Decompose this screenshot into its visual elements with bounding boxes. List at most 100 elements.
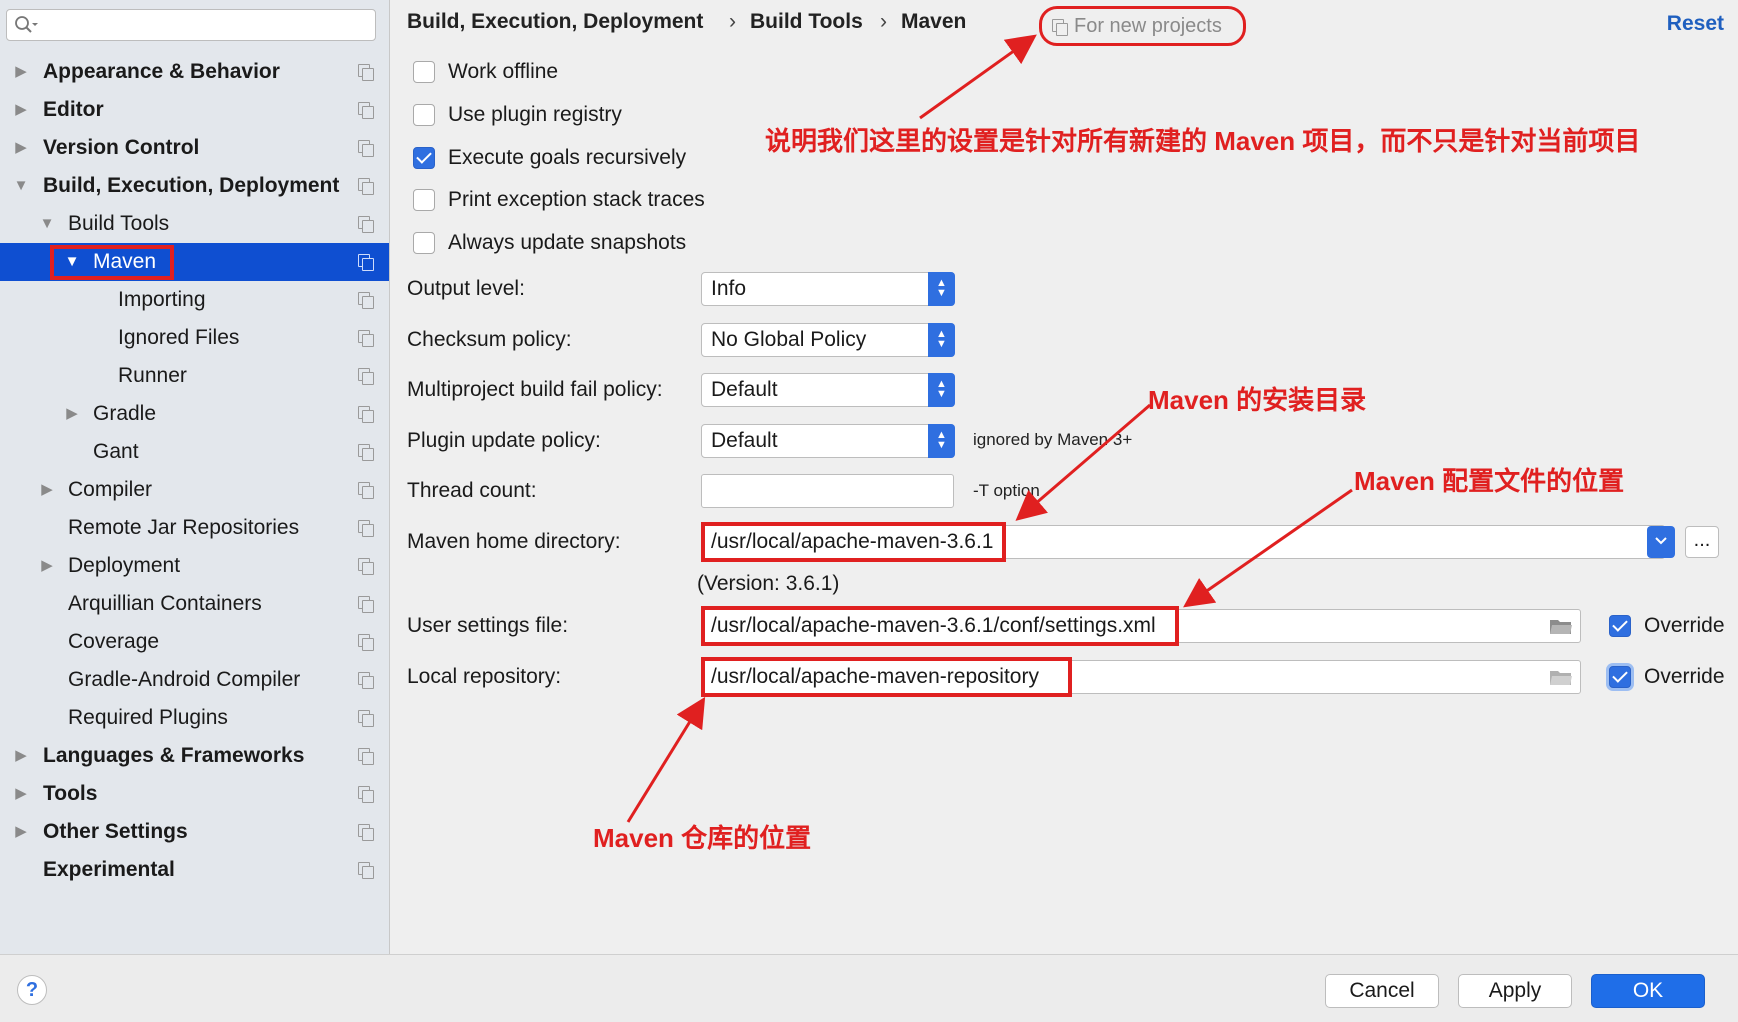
dialog-footer: ? Cancel Apply OK xyxy=(0,954,1738,1022)
maven-home-dropdown-button[interactable] xyxy=(1647,526,1675,558)
help-button[interactable]: ? xyxy=(17,975,47,1005)
search-icon xyxy=(15,16,38,33)
cancel-button[interactable]: Cancel xyxy=(1325,974,1439,1008)
reset-link[interactable]: Reset xyxy=(1667,12,1724,36)
tree-item-label: Editor xyxy=(43,98,104,121)
chevron-right-icon[interactable]: ▶ xyxy=(37,547,57,585)
tree-item-gant[interactable]: Gant xyxy=(0,433,389,471)
tree-item-ignored-files[interactable]: Ignored Files xyxy=(0,319,389,357)
tree-item-arquillian-containers[interactable]: Arquillian Containers xyxy=(0,585,389,623)
maven-settings-panel: Build, Execution, Deployment › Build Too… xyxy=(391,0,1738,954)
project-scope-icon xyxy=(358,444,374,461)
tree-item-other-settings[interactable]: ▶ Other Settings xyxy=(0,813,389,851)
chevron-right-icon[interactable]: ▶ xyxy=(11,129,31,167)
always-update-snapshots-checkbox[interactable] xyxy=(413,232,435,254)
apply-button[interactable]: Apply xyxy=(1458,974,1572,1008)
highlight-box xyxy=(701,606,1179,646)
user-settings-override-checkbox[interactable] xyxy=(1609,615,1631,637)
chevron-right-icon[interactable]: ▶ xyxy=(62,395,82,433)
tree-item-importing[interactable]: Importing xyxy=(0,281,389,319)
search-input[interactable] xyxy=(6,9,376,41)
chevron-up-down-icon[interactable]: ▲ ▼ xyxy=(928,424,955,458)
tree-item-label: Ignored Files xyxy=(118,326,240,349)
tree-item-label: Coverage xyxy=(68,630,160,653)
tree-item-label: Build Tools xyxy=(68,212,170,235)
project-scope-icon xyxy=(358,64,374,81)
tree-item-label: Version Control xyxy=(43,136,200,159)
tree-item-gradle-android-compiler[interactable]: Gradle-Android Compiler xyxy=(0,661,389,699)
work-offline-checkbox[interactable] xyxy=(413,61,435,83)
chevron-right-icon[interactable]: ▶ xyxy=(11,737,31,775)
chevron-up-down-icon[interactable]: ▲ ▼ xyxy=(928,323,955,357)
tree-item-deployment[interactable]: ▶ Deployment xyxy=(0,547,389,585)
chevron-right-icon[interactable]: ▶ xyxy=(37,471,57,509)
project-scope-icon xyxy=(358,710,374,727)
project-scope-icon xyxy=(358,672,374,689)
project-scope-icon xyxy=(358,254,374,271)
tree-item-gradle[interactable]: ▶ Gradle xyxy=(0,395,389,433)
for-new-projects-text: For new projects xyxy=(1074,15,1222,37)
thread-count-hint: -T option xyxy=(973,481,1040,500)
use-plugin-registry-checkbox[interactable] xyxy=(413,104,435,126)
tree-item-label: Importing xyxy=(118,288,206,311)
highlight-box xyxy=(701,657,1072,697)
tree-item-editor[interactable]: ▶ Editor xyxy=(0,91,389,129)
breadcrumb-build-execution-deployment[interactable]: Build, Execution, Deployment xyxy=(407,10,703,34)
user-settings-label: User settings file: xyxy=(407,614,569,637)
chevron-up-down-icon[interactable]: ▲ ▼ xyxy=(928,272,955,306)
tree-item-compiler[interactable]: ▶ Compiler xyxy=(0,471,389,509)
project-scope-icon xyxy=(358,786,374,803)
output-level-label: Output level: xyxy=(407,277,525,300)
tree-item-build-tools[interactable]: ▼ Build Tools xyxy=(0,205,389,243)
thread-count-label: Thread count: xyxy=(407,479,537,502)
execute-goals-recursively-checkbox[interactable] xyxy=(413,147,435,169)
folder-icon[interactable] xyxy=(1549,616,1573,636)
highlight-box xyxy=(701,522,1006,562)
chevron-right-icon[interactable]: ▶ xyxy=(11,813,31,851)
settings-sidebar: ▶ Appearance & Behavior ▶ Editor ▶ Versi… xyxy=(0,0,390,954)
output-level-select[interactable]: Info ▲ ▼ xyxy=(701,272,955,306)
tree-item-version-control[interactable]: ▶ Version Control xyxy=(0,129,389,167)
tree-item-maven[interactable]: ▼ Maven xyxy=(0,243,389,281)
checksum-policy-select[interactable]: No Global Policy ▲ ▼ xyxy=(701,323,955,357)
tree-item-label: Gradle xyxy=(93,402,157,425)
chevron-right-icon[interactable]: ▶ xyxy=(11,91,31,129)
chevron-down-icon[interactable]: ▼ xyxy=(37,205,57,243)
plugin-update-policy-select[interactable]: Default ▲ ▼ xyxy=(701,424,955,458)
print-exception-stack-traces-label: Print exception stack traces xyxy=(448,188,705,211)
always-update-snapshots-label: Always update snapshots xyxy=(448,231,687,254)
tree-item-required-plugins[interactable]: Required Plugins xyxy=(0,699,389,737)
output-level-value: Info xyxy=(711,277,747,300)
tree-item-build-execution-deployment[interactable]: ▼ Build, Execution, Deployment xyxy=(0,167,389,205)
breadcrumb-separator: › xyxy=(729,10,736,33)
tree-item-tools[interactable]: ▶ Tools xyxy=(0,775,389,813)
checksum-policy-value: No Global Policy xyxy=(711,328,867,351)
tree-item-label: Deployment xyxy=(68,554,181,577)
tree-item-remote-jar-repositories[interactable]: Remote Jar Repositories xyxy=(0,509,389,547)
maven-version-label: (Version: 3.6.1) xyxy=(697,572,840,595)
chevron-right-icon[interactable]: ▶ xyxy=(11,775,31,813)
chevron-up-down-icon[interactable]: ▲ ▼ xyxy=(928,373,955,407)
tree-item-runner[interactable]: Runner xyxy=(0,357,389,395)
multiproject-fail-policy-select[interactable]: Default ▲ ▼ xyxy=(701,373,955,407)
ok-button[interactable]: OK xyxy=(1591,974,1705,1008)
breadcrumb-maven: Maven xyxy=(901,10,967,33)
tree-item-label: Required Plugins xyxy=(68,706,228,729)
project-scope-icon xyxy=(358,596,374,613)
folder-icon[interactable] xyxy=(1549,667,1573,687)
tree-item-languages-frameworks[interactable]: ▶ Languages & Frameworks xyxy=(0,737,389,775)
tree-item-experimental[interactable]: Experimental xyxy=(0,851,389,889)
user-settings-override-label: Override xyxy=(1644,614,1725,637)
project-scope-icon xyxy=(1052,19,1068,36)
annotation-repository: Maven 仓库的位置 xyxy=(593,823,812,853)
thread-count-input[interactable] xyxy=(701,474,954,508)
tree-item-coverage[interactable]: Coverage xyxy=(0,623,389,661)
tree-item-appearance-behavior[interactable]: ▶ Appearance & Behavior xyxy=(0,53,389,91)
chevron-right-icon[interactable]: ▶ xyxy=(11,53,31,91)
tree-item-label: Compiler xyxy=(68,478,153,501)
maven-home-browse-button[interactable]: ... xyxy=(1685,526,1719,558)
chevron-down-icon[interactable]: ▼ xyxy=(11,167,31,205)
local-repository-override-checkbox[interactable] xyxy=(1609,666,1631,688)
breadcrumb-build-tools[interactable]: Build Tools xyxy=(750,10,863,34)
print-exception-stack-traces-checkbox[interactable] xyxy=(413,189,435,211)
